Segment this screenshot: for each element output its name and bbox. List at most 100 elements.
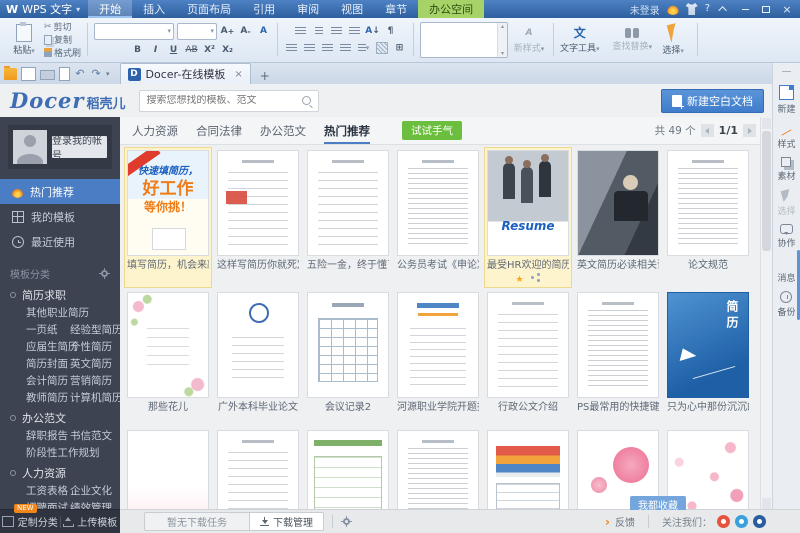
font-button-4[interactable]: X² [202, 43, 217, 57]
rail-item-styles[interactable]: 样式 [777, 122, 795, 150]
shrink-font-button[interactable]: A- [238, 24, 253, 38]
qzone-icon[interactable] [753, 515, 766, 528]
upload-template-button[interactable]: 上传模板 [61, 510, 121, 533]
collapse-ribbon-button[interactable] [717, 3, 731, 15]
justify-button[interactable] [338, 41, 353, 55]
template-card[interactable] [215, 428, 301, 510]
next-page-button[interactable] [743, 124, 756, 137]
feedback-link[interactable]: 反馈 [615, 514, 635, 529]
skin-icon[interactable] [686, 3, 698, 15]
collect-all-button[interactable]: 我都收藏 [630, 496, 686, 510]
template-card[interactable]: 广外本科毕业论文 [215, 290, 301, 417]
sort-button[interactable]: A↓ [365, 24, 380, 38]
gallery-scrollbar[interactable] [760, 117, 772, 510]
login-status[interactable]: 未登录 [630, 2, 660, 17]
find-replace-button[interactable]: 查找替换▾ [613, 28, 653, 52]
styles-gallery[interactable]: ▴▾ [420, 22, 508, 58]
font-button-0[interactable]: B [130, 43, 145, 57]
font-button-3[interactable]: AB [184, 43, 199, 57]
align-center-button[interactable] [302, 41, 317, 55]
template-card[interactable]: 会议记录2 [305, 290, 391, 417]
category-link[interactable]: 计算机简历 [70, 390, 114, 405]
save-icon[interactable] [21, 67, 36, 81]
category-link[interactable]: 经验型简历 [70, 322, 114, 337]
tab-合同法律[interactable]: 合同法律 [196, 117, 242, 144]
document-tab[interactable]: D Docer-在线模板 × [120, 63, 251, 84]
star-icon[interactable]: ★ [515, 275, 523, 285]
category-link[interactable]: 简历封面 [26, 356, 70, 371]
ribbon-tab-页面布局[interactable]: 页面布局 [176, 0, 242, 18]
bullet-list-button[interactable] [293, 24, 308, 38]
border-button[interactable]: ⊞ [392, 41, 407, 55]
template-card[interactable]: 公务员考试《申论》万 [395, 148, 481, 287]
rail-item-message[interactable]: 消息 [777, 256, 795, 284]
quick-access-dropdown-icon[interactable]: ▾ [106, 70, 110, 78]
text-tool-button[interactable]: 文 文字工具▾ [560, 26, 600, 54]
rail-item-select[interactable]: 选择 [777, 189, 795, 217]
styles-gallery-scrollbar[interactable]: ▴▾ [497, 23, 507, 57]
font-family-select[interactable]: ▾ [94, 23, 174, 40]
scroll-up-button[interactable] [762, 118, 771, 129]
category-link[interactable]: 营销简历 [70, 373, 114, 388]
ribbon-tab-章节[interactable]: 章节 [374, 0, 418, 18]
category-link[interactable]: 教师简历 [26, 390, 70, 405]
category-link[interactable]: 阶段性工作规划 [26, 445, 100, 460]
font-button-5[interactable]: X₂ [220, 43, 235, 57]
tencent-weibo-icon[interactable] [735, 515, 748, 528]
hot-activity-icon[interactable] [667, 3, 679, 15]
help-icon[interactable]: ? [705, 3, 710, 15]
category-link[interactable]: 企业文化 [70, 483, 114, 498]
chevron-down-icon[interactable]: ▾ [76, 5, 80, 14]
tab-办公范文[interactable]: 办公范文 [260, 117, 306, 144]
login-button[interactable]: 登录我的帐号 [52, 136, 107, 158]
ribbon-tab-开始[interactable]: 开始 [88, 0, 132, 18]
template-card[interactable] [305, 428, 391, 510]
align-left-button[interactable] [284, 41, 299, 55]
category-link[interactable]: 工资表格 [26, 483, 70, 498]
rail-item-collab[interactable]: 协作 [777, 224, 795, 249]
category-link[interactable]: 其他职业简历 [26, 305, 89, 320]
lucky-button[interactable]: 试试手气 [402, 121, 462, 140]
scrollbar-thumb[interactable] [762, 131, 771, 251]
sidebar-item-我的模板[interactable]: 我的模板 [0, 204, 120, 229]
search-input[interactable] [140, 95, 301, 106]
template-card[interactable]: 英文简历必读相关语句 [575, 148, 661, 287]
template-card[interactable]: 快速填简历，好工作等你挑！填写简历，机会来敲门 [125, 148, 211, 287]
weibo-icon[interactable] [717, 515, 730, 528]
template-card[interactable]: 那些花儿 [125, 290, 211, 417]
ribbon-tab-办公空间[interactable]: 办公空间 [418, 0, 484, 18]
tab-热门推荐[interactable]: 热门推荐 [324, 117, 370, 144]
category-link[interactable]: 个性简历 [70, 339, 114, 354]
select-button[interactable]: 选择▾ [655, 24, 691, 56]
share-icon[interactable] [531, 273, 541, 282]
settings-gear-icon[interactable] [341, 516, 352, 527]
cut-button[interactable]: ✂剪切 [44, 21, 81, 33]
new-tab-button[interactable]: + [257, 68, 273, 84]
shading-button[interactable] [374, 41, 389, 55]
open-file-icon[interactable] [4, 68, 17, 80]
category-link[interactable]: 书信范文 [70, 428, 114, 443]
category-link[interactable]: 会计简历 [26, 373, 70, 388]
template-card[interactable]: PS最常用的快捷键 [575, 290, 661, 417]
category-link[interactable]: 应届生简历 [26, 339, 70, 354]
font-button-1[interactable]: I [148, 43, 163, 57]
template-card[interactable] [125, 428, 211, 510]
line-spacing-button[interactable]: ▾ [356, 41, 371, 55]
category-link[interactable]: 辞职报告 [26, 428, 70, 443]
customize-category-button[interactable]: NEW 定制分类 [0, 510, 60, 533]
template-card[interactable] [395, 428, 481, 510]
number-list-button[interactable] [311, 24, 326, 38]
format-painter-button[interactable]: 格式刷 [44, 47, 81, 59]
rail-item-backup[interactable]: 备份 [777, 291, 795, 318]
template-card[interactable] [485, 428, 571, 510]
font-button-2[interactable]: U [166, 43, 181, 57]
rail-item-assets[interactable]: 素材 [777, 157, 795, 182]
ribbon-tab-视图[interactable]: 视图 [330, 0, 374, 18]
category-link[interactable]: 英文简历 [70, 356, 114, 371]
grow-font-button[interactable]: A+ [220, 24, 235, 38]
new-style-button[interactable]: A 新样式▾ [511, 26, 547, 54]
download-manager-button[interactable]: 下载管理 [249, 513, 323, 530]
ribbon-tab-审阅[interactable]: 审阅 [286, 0, 330, 18]
redo-icon[interactable]: ↷ [90, 68, 102, 80]
print-preview-icon[interactable] [59, 67, 70, 81]
